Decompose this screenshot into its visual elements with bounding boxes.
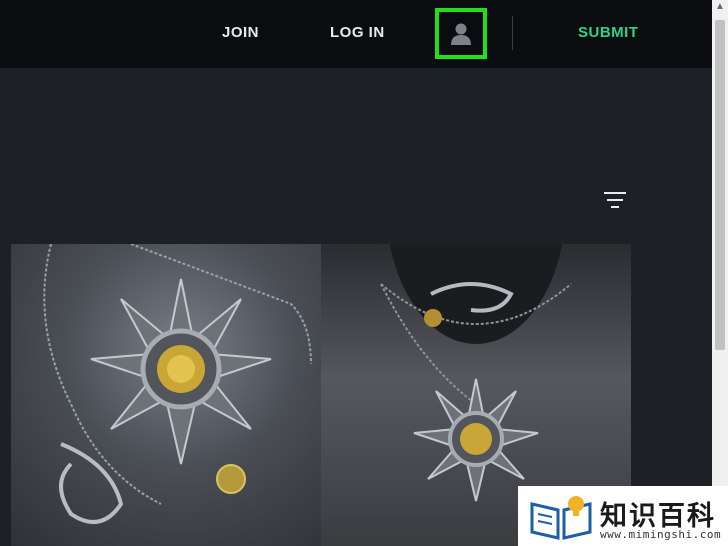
scroll-thumb[interactable] bbox=[715, 20, 725, 350]
submit-link[interactable]: SUBMIT bbox=[578, 22, 639, 44]
nav-divider bbox=[512, 16, 513, 50]
join-link[interactable]: JOIN bbox=[222, 22, 259, 44]
login-link[interactable]: LOG IN bbox=[330, 22, 385, 44]
scroll-up-arrow-icon[interactable]: ▲ bbox=[712, 0, 728, 14]
site-watermark: 知识百科 www.mimingshi.com bbox=[518, 486, 728, 546]
user-avatar-button[interactable] bbox=[435, 8, 487, 59]
user-avatar-icon bbox=[451, 23, 471, 45]
filter-lines-icon[interactable] bbox=[603, 190, 627, 210]
top-navigation-bar: JOIN LOG IN SUBMIT bbox=[0, 0, 712, 68]
sun-pendant-necklace-photo[interactable] bbox=[11, 244, 321, 546]
watermark-url: www.mimingshi.com bbox=[600, 528, 722, 541]
necklace-chain-illustration bbox=[43, 244, 312, 524]
vertical-scrollbar[interactable]: ▲ bbox=[712, 0, 728, 546]
open-book-lightbulb-icon bbox=[530, 496, 592, 540]
